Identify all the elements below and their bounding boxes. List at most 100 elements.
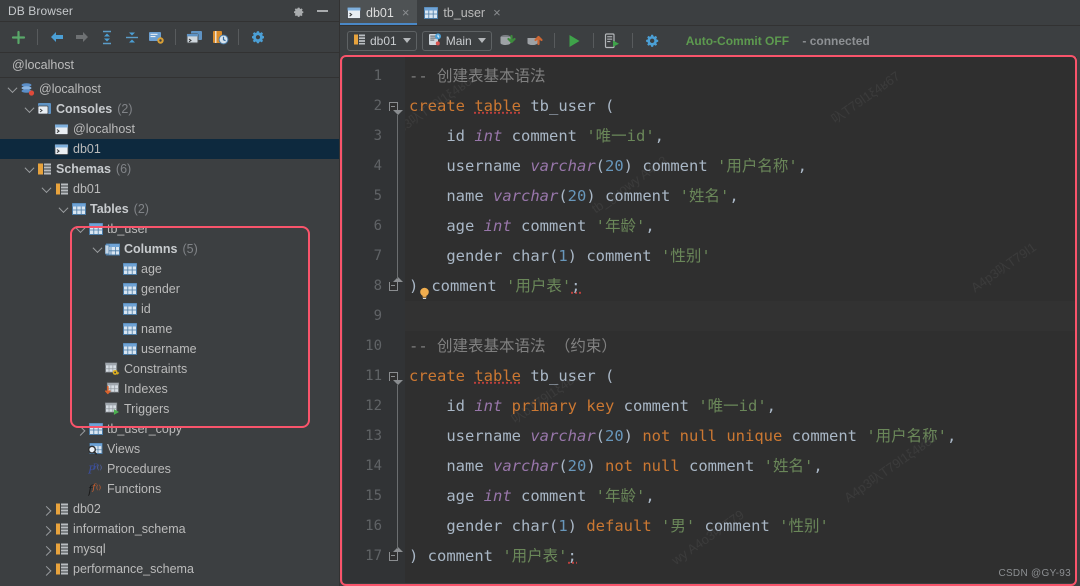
commit-icon[interactable] [497, 30, 519, 52]
code-token: varchar [493, 187, 559, 205]
code-line[interactable]: ) comment '用户表'; [405, 541, 1077, 571]
editor-gutter[interactable]: 1 2 3 4 5 6 7 8 9 10 11 12 13 14 15 16 17 [343, 57, 405, 583]
tree-item-tb_user[interactable]: tb_user [0, 219, 340, 239]
expand-all-icon[interactable] [95, 26, 118, 49]
new-console-icon[interactable] [183, 26, 206, 49]
tree-item-indexes[interactable]: Indexes [0, 379, 340, 399]
tree-item-performance_schema[interactable]: performance_schema [0, 559, 340, 579]
code-token: create [409, 97, 465, 115]
tree-item-db02[interactable]: db02 [0, 499, 340, 519]
code-line[interactable]: age int comment '年龄', [405, 481, 1077, 511]
chevron-right-icon[interactable] [40, 503, 53, 516]
execute-icon[interactable] [563, 30, 585, 52]
line-number: 4 [373, 158, 382, 174]
tree-item-db01[interactable]: db01 [0, 139, 340, 159]
chevron-right-icon[interactable] [40, 523, 53, 536]
tree-item-age[interactable]: age [0, 259, 340, 279]
code-line[interactable]: username varchar(20) not null unique com… [405, 421, 1077, 451]
chevron-down-icon[interactable] [57, 202, 70, 216]
add-icon[interactable] [7, 26, 30, 49]
tree-item-functions[interactable]: f f() Functions [0, 479, 340, 499]
chevron-down-icon[interactable] [23, 162, 36, 176]
session-icon [428, 32, 442, 49]
code-area[interactable]: A4p3叺T79l1ξ4ʁ67 tb_guowy A4o3 叺T79l1ξ4ʁ6… [405, 57, 1077, 583]
tree-item-label: db02 [73, 502, 101, 516]
tree-item-triggers[interactable]: Triggers [0, 399, 340, 419]
back-arrow-icon[interactable] [45, 26, 68, 49]
code-line[interactable]: -- 创建表基本语法 （约束） [405, 331, 1077, 361]
lightbulb-icon[interactable] [419, 280, 430, 299]
code-token: '性别' [779, 517, 829, 535]
tree-item-views[interactable]: Views [0, 439, 340, 459]
code-line[interactable]: create table tb_user ( [405, 91, 1077, 121]
code-line[interactable]: gender char(1) default '男' comment '性别' [405, 511, 1077, 541]
code-line[interactable] [405, 301, 1077, 331]
session-selector[interactable]: Main [421, 30, 492, 51]
tree-item-localhost[interactable]: @localhost [0, 79, 340, 99]
tree-item-id[interactable]: id [0, 299, 340, 319]
close-icon[interactable]: × [493, 6, 501, 19]
tree-item-schemas[interactable]: Schemas (6) [0, 159, 340, 179]
tree-item-tb_user_copy[interactable]: tb_user_copy [0, 419, 340, 439]
gear-icon[interactable] [292, 4, 305, 17]
tree-item-consoles[interactable]: Consoles (2) [0, 99, 340, 119]
properties-icon[interactable] [145, 26, 168, 49]
chevron-down-icon[interactable] [40, 182, 53, 196]
tree-item-gender[interactable]: gender [0, 279, 340, 299]
code-line[interactable]: ) comment '用户表'; [405, 271, 1077, 301]
history-icon[interactable] [208, 26, 231, 49]
tree-item-information_schema[interactable]: information_schema [0, 519, 340, 539]
chevron-down-icon[interactable] [74, 222, 87, 236]
panel-divider[interactable] [339, 0, 340, 586]
sql-editor[interactable]: 1 2 3 4 5 6 7 8 9 10 11 12 13 14 15 16 17 A4p3叺T79l1ξ4ʁ6… [343, 57, 1077, 583]
chevron-right-icon[interactable] [40, 543, 53, 556]
chevron-down-icon[interactable] [91, 242, 104, 256]
fold-end-icon[interactable] [383, 541, 403, 571]
editor-settings-gear-icon[interactable] [641, 30, 663, 52]
code-line[interactable]: id int comment '唯一id', [405, 121, 1077, 151]
database-tree[interactable]: @localhost Consoles (2) @localhost db01 Schem… [0, 78, 340, 586]
tree-item-localhost[interactable]: @localhost [0, 119, 340, 139]
tree-item-constraints[interactable]: Constraints [0, 359, 340, 379]
code-line[interactable]: username varchar(20) comment '用户名称', [405, 151, 1077, 181]
code-line[interactable]: name varchar(20) not null comment '姓名', [405, 451, 1077, 481]
code-line[interactable]: name varchar(20) comment '姓名', [405, 181, 1077, 211]
tree-item-columns[interactable]: Columns (5) [0, 239, 340, 259]
collapse-all-icon[interactable] [120, 26, 143, 49]
forward-arrow-icon[interactable] [70, 26, 93, 49]
code-token: id [409, 127, 475, 145]
tab-db01[interactable]: db01 × [340, 0, 418, 25]
chevron-down-icon[interactable] [23, 102, 36, 116]
tab-tb_user[interactable]: tb_user × [417, 0, 508, 25]
schema-selector[interactable]: db01 [347, 30, 417, 51]
editor-tabs[interactable]: db01 × tb_user × [340, 0, 1080, 26]
tree-item-tables[interactable]: Tables (2) [0, 199, 340, 219]
chevron-down-icon[interactable] [6, 82, 19, 96]
fold-start-icon[interactable] [383, 91, 403, 121]
connection-status: - connected [802, 33, 870, 48]
fold-end-icon[interactable] [383, 271, 403, 301]
tree-item-mysql[interactable]: mysql [0, 539, 340, 559]
code-token: ( [595, 157, 605, 175]
tree-item-procedures[interactable]: P P() Procedures [0, 459, 340, 479]
tree-item-label: mysql [73, 542, 106, 556]
close-icon[interactable]: × [402, 6, 410, 19]
chevron-right-icon[interactable] [40, 563, 53, 576]
chevron-right-icon[interactable] [74, 423, 87, 436]
settings-gear-icon[interactable] [246, 26, 269, 49]
tree-item-db01[interactable]: db01 [0, 179, 340, 199]
tree-item-name[interactable]: name [0, 319, 340, 339]
code-line[interactable]: id int primary key comment '唯一id', [405, 391, 1077, 421]
code-line[interactable]: create table tb_user ( [405, 361, 1077, 391]
console-folder-icon [37, 102, 52, 117]
code-line[interactable]: gender char(1) comment '性别' [405, 241, 1077, 271]
code-line[interactable]: -- 创建表基本语法 [405, 61, 1077, 91]
code-line[interactable]: age int comment '年龄', [405, 211, 1077, 241]
rollback-icon[interactable] [524, 30, 546, 52]
minimize-icon[interactable] [317, 9, 328, 12]
auto-commit-status: Auto-Commit OFF [685, 33, 790, 48]
execute-script-icon[interactable] [602, 30, 624, 52]
fold-start-icon[interactable] [383, 361, 403, 391]
tree-item-username[interactable]: username [0, 339, 340, 359]
